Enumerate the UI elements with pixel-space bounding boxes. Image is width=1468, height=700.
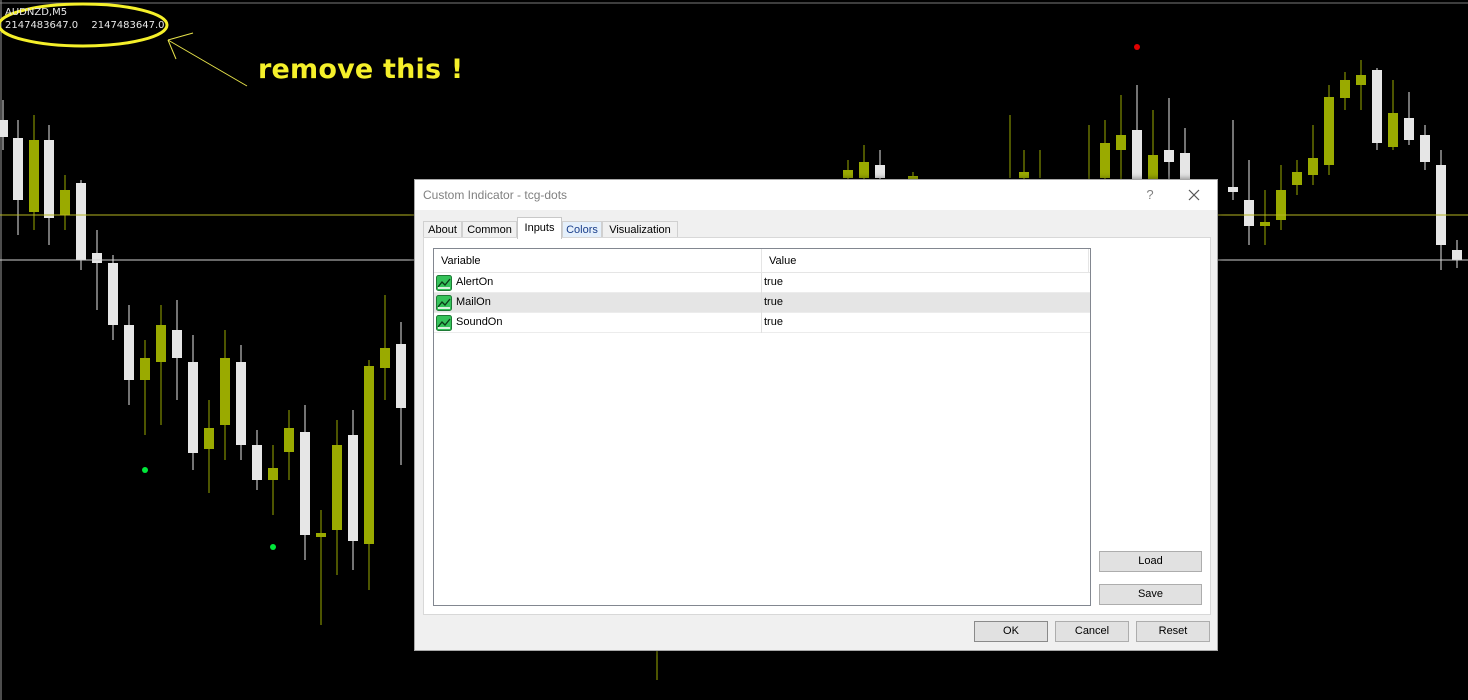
input-variable-icon: [436, 275, 452, 291]
bear-candle: [0, 120, 8, 137]
tab-inputs[interactable]: Inputs: [517, 217, 562, 239]
bear-candle: [1452, 250, 1462, 260]
bear-candle: [1436, 165, 1446, 245]
bear-candle: [44, 140, 54, 218]
bull-candle: [284, 428, 294, 452]
variable-value[interactable]: true: [764, 273, 783, 293]
close-button[interactable]: [1179, 183, 1209, 207]
table-row[interactable]: SoundOn true: [434, 313, 1090, 333]
inputs-tab-panel: Variable Value AlertOn true MailOn true …: [423, 237, 1211, 615]
bear-candle: [252, 445, 262, 480]
table-row[interactable]: MailOn true: [434, 293, 1090, 313]
indicator-value-1: 2147483647.0: [5, 20, 79, 31]
bull-candle: [332, 445, 342, 530]
bear-candle: [124, 325, 134, 380]
variable-name: MailOn: [456, 296, 491, 308]
variable-name: SoundOn: [456, 316, 503, 328]
bull-candle: [1100, 143, 1110, 178]
bear-candle: [108, 263, 118, 325]
bull-candle: [1356, 75, 1366, 85]
bear-candle: [1132, 130, 1142, 185]
bull-candle: [380, 348, 390, 368]
grid-header: Variable Value: [434, 249, 1090, 273]
header-value[interactable]: Value: [762, 249, 1088, 273]
bear-candle: [1164, 150, 1174, 162]
indicator-value-2: 2147483647.0: [91, 20, 165, 31]
dialog-titlebar[interactable]: Custom Indicator - tcg-dots ?: [415, 180, 1217, 210]
sell-dot: [1134, 44, 1140, 50]
bull-candle: [29, 140, 39, 212]
bear-candle: [1372, 70, 1382, 143]
bull-candle: [859, 162, 869, 178]
bull-candle: [1116, 135, 1126, 150]
custom-indicator-dialog: Custom Indicator - tcg-dots ? About Comm…: [414, 179, 1218, 651]
annotation-text: remove this !: [258, 54, 464, 85]
cancel-button[interactable]: Cancel: [1055, 621, 1129, 642]
bull-candle: [156, 325, 166, 362]
reset-button[interactable]: Reset: [1136, 621, 1210, 642]
close-icon: [1188, 189, 1200, 201]
bull-candle: [268, 468, 278, 480]
bull-candle: [1019, 172, 1029, 178]
input-variable-icon: [436, 295, 452, 311]
bull-candle: [1324, 97, 1334, 165]
inputs-grid[interactable]: Variable Value AlertOn true MailOn true …: [433, 248, 1091, 606]
bear-candle: [875, 165, 885, 178]
symbol-label: AUDNZD,M5: [5, 7, 68, 18]
buy-dot: [270, 544, 276, 550]
header-variable[interactable]: Variable: [434, 249, 761, 273]
bull-candle: [1388, 113, 1398, 147]
bear-candle: [92, 253, 102, 263]
bear-candle: [236, 362, 246, 445]
bear-candle: [1228, 187, 1238, 192]
bear-candle: [1404, 118, 1414, 140]
bull-candle: [60, 190, 70, 215]
input-variable-icon: [436, 315, 452, 331]
bear-candle: [300, 432, 310, 535]
variable-name: AlertOn: [456, 276, 494, 288]
chart-info-label: AUDNZD,M5 2147483647.0 2147483647.0: [5, 6, 175, 32]
bull-candle: [1148, 155, 1158, 180]
dialog-title: Custom Indicator - tcg-dots: [423, 188, 568, 202]
save-button[interactable]: Save: [1099, 584, 1202, 605]
load-button[interactable]: Load: [1099, 551, 1202, 572]
bear-candle: [1420, 135, 1430, 162]
bear-candle: [172, 330, 182, 358]
buy-dot: [142, 467, 148, 473]
bull-candle: [140, 358, 150, 380]
variable-value[interactable]: true: [764, 313, 783, 333]
bear-candle: [1244, 200, 1254, 226]
table-row[interactable]: AlertOn true: [434, 273, 1090, 293]
ok-button[interactable]: OK: [974, 621, 1048, 642]
column-separator: [761, 313, 762, 333]
bull-candle: [1292, 172, 1302, 185]
bull-candle: [843, 170, 853, 178]
bear-candle: [188, 362, 198, 453]
bull-candle: [1340, 80, 1350, 98]
bull-candle: [1260, 222, 1270, 226]
bull-candle: [220, 358, 230, 425]
bull-candle: [316, 533, 326, 537]
bull-candle: [1308, 158, 1318, 175]
bear-candle: [13, 138, 23, 200]
column-separator: [761, 293, 762, 313]
variable-value[interactable]: true: [764, 293, 783, 313]
bear-candle: [396, 344, 406, 408]
header-separator: [1088, 249, 1089, 273]
bear-candle: [76, 183, 86, 260]
bull-candle: [364, 366, 374, 544]
help-button[interactable]: ?: [1140, 184, 1160, 206]
bear-candle: [348, 435, 358, 541]
bull-candle: [204, 428, 214, 449]
column-separator: [761, 273, 762, 293]
